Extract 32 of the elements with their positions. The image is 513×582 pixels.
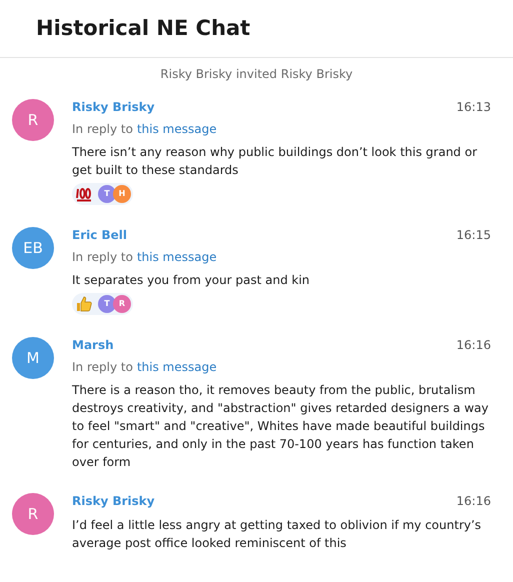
- message-text: There isn’t any reason why public buildings don’t look this grand or get built to these standards: [72, 144, 478, 179]
- sender-name[interactable]: Risky Brisky: [72, 98, 155, 116]
- avatar[interactable]: M: [12, 337, 54, 379]
- hundred-points-icon: [76, 186, 92, 202]
- avatar[interactable]: R: [12, 493, 54, 535]
- message-time: 16:13: [456, 99, 491, 116]
- message-time: 16:16: [456, 337, 491, 354]
- reply-label: In reply to: [72, 121, 133, 138]
- reply-link[interactable]: this message: [136, 120, 217, 138]
- thumbs-up-icon: [76, 296, 92, 312]
- invite-notice: Risky Brisky invited Risky Brisky: [160, 66, 353, 83]
- avatar[interactable]: R: [12, 99, 54, 141]
- reactor-avatar: T: [98, 295, 116, 313]
- reaction-pill[interactable]: T H: [72, 183, 133, 205]
- reply-link[interactable]: this message: [136, 248, 217, 266]
- reactor-avatar: H: [113, 185, 131, 203]
- message-text: There is a reason tho, it removes beauty from the public, brutalism destroys creativity, and "abstraction" gives retarded designers a way to feel "smart" and "creative", Whites have made beautiful buildings for centuries, and only in the past 70-100 years has function taken over form: [72, 382, 490, 471]
- message-text: I’d feel a little less angry at getting taxed to oblivion if my country’s average post office looked reminiscent of this: [72, 517, 482, 552]
- chat-title: Historical NE Chat: [36, 14, 250, 42]
- sender-name[interactable]: Eric Bell: [72, 226, 128, 244]
- message-time: 16:15: [456, 227, 491, 244]
- reply-label: In reply to: [72, 359, 133, 376]
- avatar[interactable]: EB: [12, 227, 54, 269]
- reply-link[interactable]: this message: [136, 358, 217, 376]
- reactor-avatar: T: [98, 185, 116, 203]
- sender-name[interactable]: Marsh: [72, 336, 114, 354]
- message-time: 16:16: [456, 493, 491, 510]
- reactor-avatar: R: [113, 295, 131, 313]
- reply-label: In reply to: [72, 249, 133, 266]
- message-text: It separates you from your past and kin: [72, 272, 311, 289]
- reaction-pill[interactable]: T R: [72, 293, 133, 315]
- sender-name[interactable]: Risky Brisky: [72, 492, 155, 510]
